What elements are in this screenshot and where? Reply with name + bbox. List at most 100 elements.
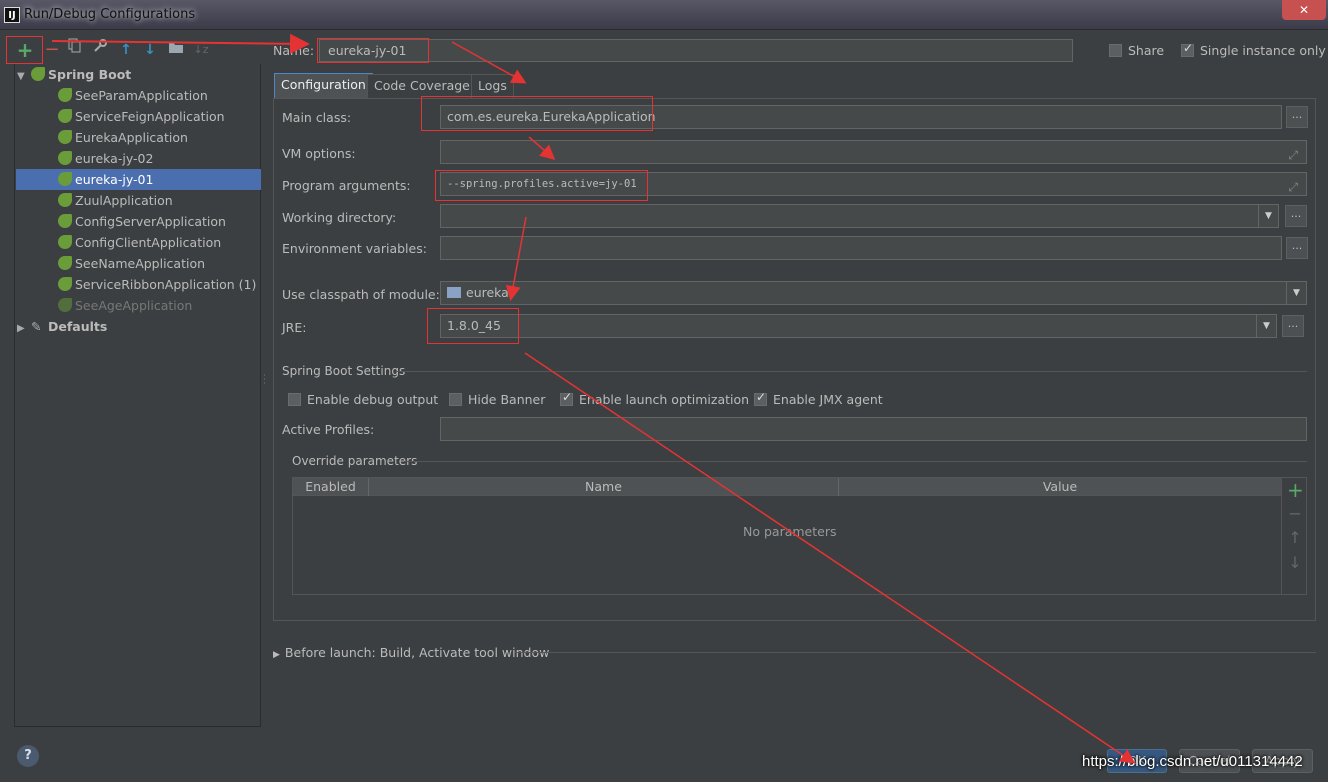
main-class-label: Main class: bbox=[282, 110, 352, 125]
chevron-down-icon[interactable]: ▼ bbox=[1256, 315, 1276, 337]
tree-item-serviceribbonapplication[interactable]: ServiceRibbonApplication (1) bbox=[58, 274, 256, 295]
spring-boot-run-icon bbox=[58, 130, 72, 144]
tree-item-seeparamapplication[interactable]: SeeParamApplication bbox=[58, 85, 208, 106]
move-up-button[interactable]: ↑ bbox=[116, 38, 136, 62]
tree-item-seenameapplication[interactable]: SeeNameApplication bbox=[58, 253, 205, 274]
hide-banner-checkbox[interactable]: Hide Banner bbox=[449, 392, 545, 407]
spring-boot-run-icon bbox=[58, 256, 72, 270]
environment-variables-input[interactable] bbox=[440, 236, 1282, 260]
window-title: Run/Debug Configurations bbox=[24, 7, 196, 22]
spring-boot-run-icon bbox=[58, 151, 72, 165]
wrench-icon: ✎ bbox=[31, 319, 42, 334]
close-icon[interactable]: ✕ bbox=[1282, 0, 1326, 20]
program-arguments-input[interactable]: --spring.profiles.active=jy-01 ⤢ bbox=[440, 172, 1307, 196]
copy-icon[interactable] bbox=[65, 38, 85, 62]
working-directory-label: Working directory: bbox=[282, 210, 397, 225]
chevron-down-icon[interactable]: ▼ bbox=[1258, 205, 1278, 227]
help-button[interactable]: ? bbox=[17, 745, 39, 767]
active-profiles-label: Active Profiles: bbox=[282, 422, 375, 437]
tree-group-defaults[interactable]: ▶ ✎ Defaults bbox=[17, 316, 107, 337]
tree-item-label: ServiceRibbonApplication (1) bbox=[75, 277, 257, 292]
column-header-name[interactable]: Name bbox=[369, 478, 839, 496]
environment-variables-browse-button[interactable]: ... bbox=[1286, 237, 1308, 259]
tree-item-servicefeignapplication[interactable]: ServiceFeignApplication bbox=[58, 106, 225, 127]
configuration-tree: ▼ Spring Boot SeeParamApplication Service… bbox=[14, 64, 261, 727]
move-parameter-up-button[interactable]: ↑ bbox=[1287, 528, 1303, 547]
active-profiles-input[interactable] bbox=[440, 417, 1307, 441]
checkbox-box[interactable] bbox=[449, 393, 462, 406]
title-bar: IJ Run/Debug Configurations ✕ bbox=[0, 0, 1328, 30]
tree-item-label: ZuulApplication bbox=[75, 193, 173, 208]
jre-label: JRE: bbox=[282, 320, 307, 335]
move-parameter-down-button[interactable]: ↓ bbox=[1287, 553, 1303, 572]
override-parameters-title: Override parameters bbox=[292, 454, 418, 468]
expand-arrow-icon[interactable]: ▼ bbox=[17, 66, 31, 87]
section-divider bbox=[404, 461, 1307, 462]
enable-debug-output-checkbox[interactable]: Enable debug output bbox=[288, 392, 438, 407]
checkbox-box[interactable] bbox=[754, 390, 767, 406]
checkbox-box[interactable] bbox=[1109, 44, 1122, 57]
remove-parameter-button[interactable]: − bbox=[1287, 504, 1303, 523]
tree-item-eureka-jy-01[interactable]: eureka-jy-01 bbox=[16, 169, 261, 190]
program-arguments-value: --spring.profiles.active=jy-01 bbox=[447, 178, 637, 190]
spring-boot-run-icon bbox=[58, 214, 72, 228]
single-instance-checkbox[interactable]: Single instance only bbox=[1181, 41, 1326, 58]
tree-item-configclientapplication[interactable]: ConfigClientApplication bbox=[58, 232, 221, 253]
enable-launch-optimization-checkbox[interactable]: Enable launch optimization bbox=[560, 390, 750, 407]
tab-logs[interactable]: Logs bbox=[471, 74, 514, 98]
column-header-enabled[interactable]: Enabled bbox=[293, 478, 369, 496]
tab-configuration[interactable]: Configuration bbox=[274, 73, 373, 98]
tree-item-eurekaapplication[interactable]: EurekaApplication bbox=[58, 127, 188, 148]
add-configuration-button[interactable]: + bbox=[15, 38, 35, 62]
splitter-handle[interactable]: · · · bbox=[263, 372, 266, 389]
configurations-toolbar: + − ↑ ↓ ↓z bbox=[0, 36, 262, 64]
move-down-button[interactable]: ↓ bbox=[140, 38, 160, 62]
watermark-text: https://blog.csdn.net/u011314442 bbox=[1082, 753, 1303, 770]
checkbox-label: Hide Banner bbox=[468, 392, 546, 407]
enable-jmx-agent-checkbox[interactable]: Enable JMX agent bbox=[754, 390, 883, 407]
spring-boot-icon bbox=[31, 67, 45, 81]
tree-item-eureka-jy-02[interactable]: eureka-jy-02 bbox=[58, 148, 153, 169]
jre-browse-button[interactable]: ... bbox=[1282, 315, 1304, 337]
section-divider bbox=[395, 371, 1307, 372]
expand-icon[interactable]: ⤢ bbox=[1288, 176, 1298, 198]
name-input[interactable]: eureka-jy-01 bbox=[319, 39, 1073, 62]
vm-options-label: VM options: bbox=[282, 146, 356, 161]
spring-boot-run-icon bbox=[58, 193, 72, 207]
classpath-module-select[interactable]: eureka ▼ bbox=[440, 281, 1307, 305]
chevron-down-icon[interactable]: ▼ bbox=[1286, 282, 1306, 304]
tree-item-label: eureka-jy-02 bbox=[75, 151, 154, 166]
remove-configuration-button[interactable]: − bbox=[42, 38, 62, 62]
share-checkbox[interactable]: Share bbox=[1109, 43, 1164, 58]
module-folder-icon bbox=[447, 287, 461, 298]
tree-item-label: EurekaApplication bbox=[75, 130, 188, 145]
working-directory-browse-button[interactable]: ... bbox=[1285, 205, 1307, 227]
expand-icon[interactable]: ⤢ bbox=[1288, 144, 1298, 166]
main-class-browse-button[interactable]: ... bbox=[1286, 106, 1308, 128]
tree-group-label: Spring Boot bbox=[48, 67, 132, 82]
tree-item-zuulapplication[interactable]: ZuulApplication bbox=[58, 190, 173, 211]
tree-item-configserverapplication[interactable]: ConfigServerApplication bbox=[58, 211, 226, 232]
main-class-input[interactable]: com.es.eureka.EurekaApplication bbox=[440, 105, 1282, 129]
share-label: Share bbox=[1128, 43, 1165, 58]
working-directory-input[interactable]: ▼ bbox=[440, 204, 1279, 228]
tree-item-seeageapplication[interactable]: SeeAgeApplication bbox=[58, 295, 192, 316]
classpath-module-value: eureka bbox=[466, 285, 509, 300]
tree-group-spring-boot[interactable]: ▼ Spring Boot bbox=[17, 64, 131, 85]
vm-options-input[interactable]: ⤢ bbox=[440, 140, 1307, 164]
sort-icon[interactable]: ↓z bbox=[191, 38, 211, 62]
column-header-value[interactable]: Value bbox=[839, 478, 1281, 496]
add-parameter-button[interactable]: + bbox=[1287, 478, 1304, 502]
jre-select[interactable]: 1.8.0_45 ▼ bbox=[440, 314, 1277, 338]
spring-boot-run-icon bbox=[58, 298, 72, 312]
checkbox-label: Enable launch optimization bbox=[579, 392, 750, 407]
folder-icon[interactable] bbox=[166, 38, 186, 62]
collapse-arrow-icon[interactable]: ▶ bbox=[17, 318, 31, 339]
checkbox-box[interactable] bbox=[1181, 41, 1194, 57]
checkbox-box[interactable] bbox=[560, 390, 573, 406]
wrench-icon[interactable] bbox=[90, 38, 110, 62]
before-launch-toggle[interactable]: ▶ Before launch: Build, Activate tool win… bbox=[273, 645, 549, 660]
tab-code-coverage[interactable]: Code Coverage bbox=[367, 74, 477, 98]
expand-arrow-icon: ▶ bbox=[273, 650, 280, 660]
checkbox-box[interactable] bbox=[288, 393, 301, 406]
